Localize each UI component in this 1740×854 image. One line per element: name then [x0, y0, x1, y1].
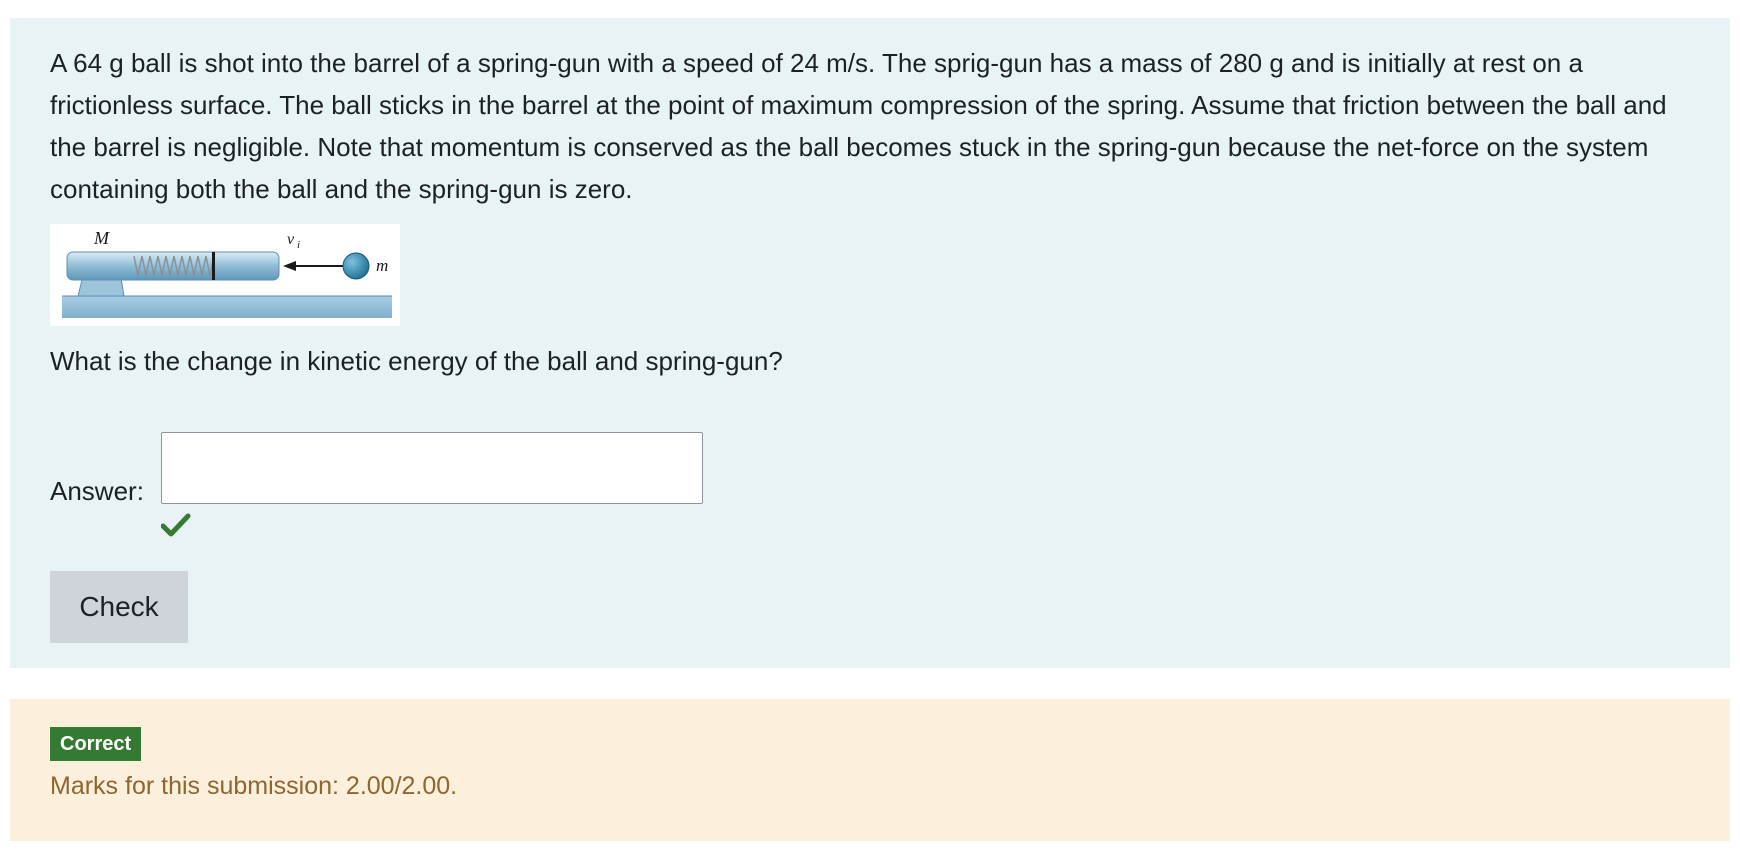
spring-gun-illustration: M v i m [62, 228, 392, 318]
question-panel: A 64 g ball is shot into the barrel of a… [10, 18, 1730, 668]
ball-mass-label: m [376, 256, 388, 275]
question-prompt: What is the change in kinetic energy of … [50, 346, 783, 376]
spring-gun-diagram: M v i m [50, 224, 400, 326]
answer-label: Answer: [50, 476, 144, 506]
feedback-panel: Correct Marks for this submission: 2.00/… [10, 699, 1730, 841]
question-text: A 64 g ball is shot into the barrel of a… [50, 48, 1667, 204]
status-badge: Correct [50, 727, 142, 761]
velocity-subscript: i [297, 239, 300, 251]
answer-input[interactable] [161, 432, 703, 504]
marks-text: Marks for this submission: 2.00/2.00. [50, 772, 458, 800]
gun-mass-label: M [93, 228, 110, 248]
velocity-label: v [287, 231, 295, 248]
check-icon [160, 512, 191, 538]
check-button[interactable]: Check [50, 571, 188, 643]
